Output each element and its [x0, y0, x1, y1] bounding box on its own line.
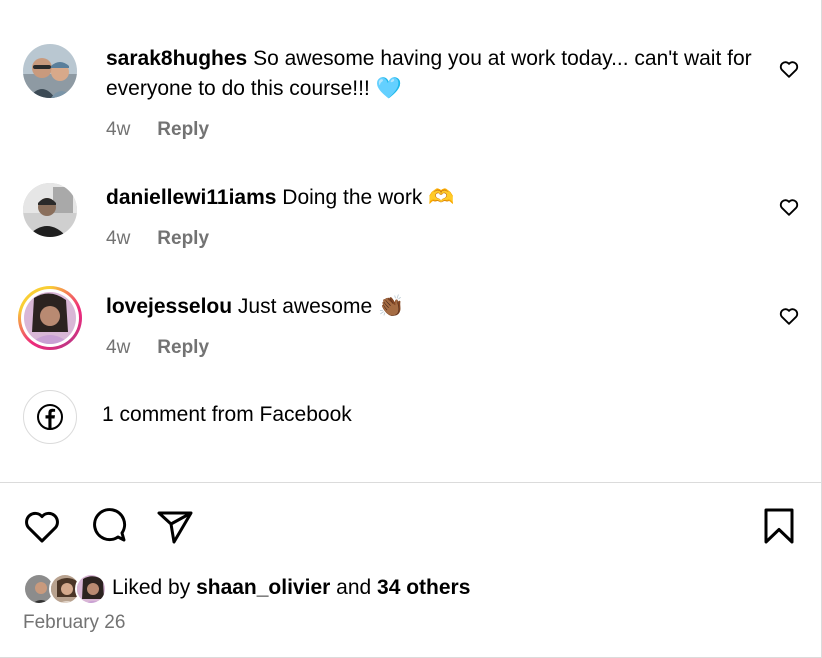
comment-meta: 4w Reply: [106, 337, 209, 359]
facebook-comments-row[interactable]: 1 comment from Facebook: [0, 390, 822, 444]
comment-icon[interactable]: [89, 506, 129, 546]
reply-button[interactable]: Reply: [157, 119, 209, 140]
likes-connector: and: [336, 576, 372, 599]
like-comment-heart-icon[interactable]: [778, 58, 800, 80]
comment-body: Just awesome: [237, 295, 373, 318]
divider: [0, 482, 822, 483]
comment-username[interactable]: sarak8hughes: [106, 47, 247, 70]
comment-username[interactable]: lovejesselou: [106, 295, 232, 318]
comment-meta: 4w Reply: [106, 228, 209, 250]
send-icon[interactable]: [155, 506, 195, 546]
likes-others[interactable]: 34 others: [377, 576, 470, 599]
comment-age[interactable]: 4w: [106, 228, 152, 250]
avatar[interactable]: [23, 44, 77, 98]
comment-age[interactable]: 4w: [106, 119, 152, 141]
post-comments-panel: sarak8hughes So awesome having you at wo…: [0, 0, 822, 658]
avatar-story-ring[interactable]: [18, 286, 82, 350]
post-date[interactable]: February 26: [23, 612, 125, 634]
comment-text: daniellewi11iams Doing the work 🫶: [106, 183, 766, 213]
comment-meta: 4w Reply: [106, 119, 209, 141]
facebook-icon-circle: [23, 390, 77, 444]
reply-button[interactable]: Reply: [157, 337, 209, 358]
likes-text: Liked by shaan_olivier and 34 others: [112, 576, 470, 600]
comment-text: lovejesselou Just awesome 👏🏾: [106, 292, 766, 322]
emoji: 🩵: [375, 77, 402, 100]
like-comment-heart-icon[interactable]: [778, 196, 800, 218]
liker-avatar: [75, 573, 107, 605]
bookmark-icon[interactable]: [759, 506, 799, 546]
likes-summary[interactable]: Liked by shaan_olivier and 34 others: [23, 572, 783, 606]
comment-age[interactable]: 4w: [106, 337, 152, 359]
comment-body: Doing the work: [282, 186, 423, 209]
reply-button[interactable]: Reply: [157, 228, 209, 249]
likes-prefix: Liked by: [112, 576, 191, 599]
emoji: 👏🏾: [377, 295, 405, 318]
emoji: 🫶: [428, 186, 455, 209]
heart-icon[interactable]: [22, 506, 62, 546]
liker-username[interactable]: shaan_olivier: [196, 576, 330, 599]
facebook-icon: [37, 404, 63, 430]
comment-username[interactable]: daniellewi11iams: [106, 186, 276, 209]
like-comment-heart-icon[interactable]: [778, 305, 800, 327]
facebook-comments-link[interactable]: 1 comment from Facebook: [102, 403, 352, 427]
avatar[interactable]: [23, 183, 77, 237]
comment-text: sarak8hughes So awesome having you at wo…: [106, 44, 766, 104]
